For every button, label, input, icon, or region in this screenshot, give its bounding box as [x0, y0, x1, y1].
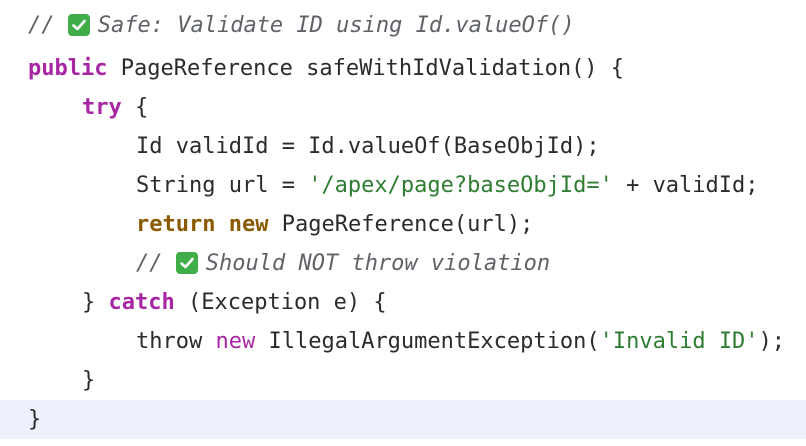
method-signature: PageReference safeWithIdValidation() {	[107, 56, 625, 81]
keyword-catch: catch	[108, 290, 175, 315]
code-text: (Exception e) {	[174, 290, 387, 315]
code-line-6: return new PageReference(url);	[0, 205, 806, 244]
comment-prefix: //	[28, 13, 68, 38]
string-literal: '/apex/page?baseObjId='	[308, 173, 613, 198]
keyword-return: return	[136, 212, 216, 237]
closing-brace: }	[82, 368, 96, 393]
keyword-new: new	[228, 212, 269, 237]
code-line-8: } catch (Exception e) {	[0, 283, 806, 322]
check-mark-icon	[175, 252, 198, 274]
code-line-7: // Should NOT throw violation	[0, 244, 806, 283]
keyword-new: new	[215, 329, 256, 354]
code-line-9: throw new IllegalArgumentException('Inva…	[0, 322, 806, 361]
keyword-try: try	[82, 95, 122, 120]
code-line-5: String url = '/apex/page?baseObjId=' + v…	[0, 166, 806, 205]
closing-brace: }	[28, 407, 42, 432]
comment-text: Should NOT throw violation	[205, 251, 551, 276]
code-text: + validId;	[612, 173, 759, 198]
string-literal: 'Invalid ID'	[599, 329, 759, 354]
code-text: {	[121, 95, 149, 120]
code-text: throw	[136, 329, 216, 354]
code-line-11: }	[0, 400, 806, 439]
code-text: IllegalArgumentException(	[255, 329, 600, 354]
code-text: }	[82, 290, 109, 315]
check-mark-icon	[67, 14, 90, 36]
code-line-3: try {	[0, 88, 806, 127]
code-line-10: }	[0, 361, 806, 400]
code-line-1: // Safe: Validate ID using Id.valueOf()	[0, 6, 806, 45]
code-text: );	[758, 329, 786, 354]
code-line-2: public PageReference safeWithIdValidatio…	[0, 49, 806, 88]
code-text: Id validId = Id.valueOf(BaseObjId);	[136, 134, 600, 159]
code-text: String url =	[136, 173, 309, 198]
keyword-public: public	[28, 56, 108, 81]
code-line-4: Id validId = Id.valueOf(BaseObjId);	[0, 127, 806, 166]
code-text: PageReference(url);	[268, 212, 534, 237]
comment-text: Safe: Validate ID using Id.valueOf()	[97, 13, 575, 38]
code-editor[interactable]: // Safe: Validate ID using Id.valueOf() …	[0, 0, 806, 446]
comment-prefix: //	[136, 251, 176, 276]
